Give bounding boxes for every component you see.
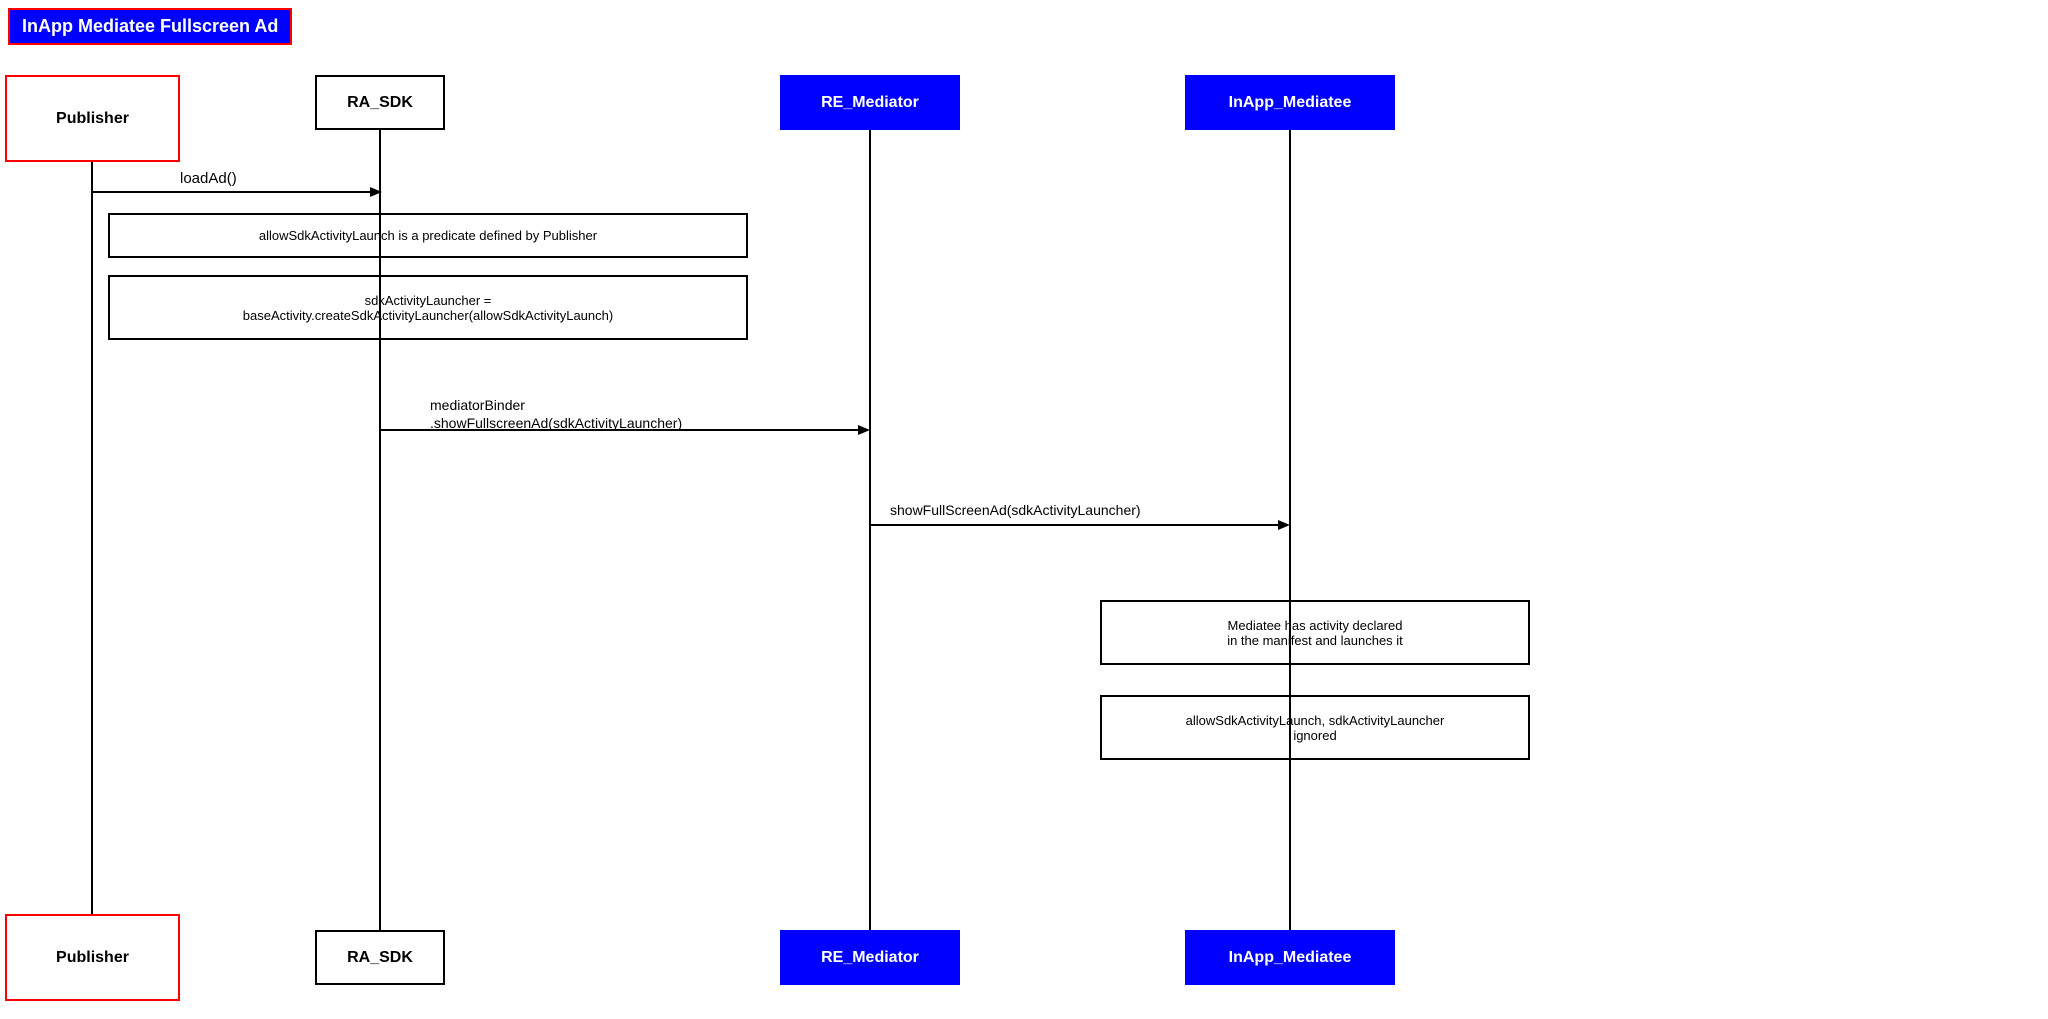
- svg-text:showFullScreenAd(sdkActivityLa: showFullScreenAd(sdkActivityLauncher): [890, 502, 1141, 518]
- ra-sdk-top: RA_SDK: [315, 75, 445, 130]
- ra-sdk-bottom: RA_SDK: [315, 930, 445, 985]
- publisher-bottom: Publisher: [5, 914, 180, 1001]
- diagram-title: InApp Mediatee Fullscreen Ad: [8, 8, 292, 45]
- note-ignored: allowSdkActivityLaunch, sdkActivityLaunc…: [1100, 695, 1530, 760]
- note-sdk-launcher: sdkActivityLauncher = baseActivity.creat…: [108, 275, 748, 340]
- re-mediator-top: RE_Mediator: [780, 75, 960, 130]
- inapp-mediatee-bottom: InApp_Mediatee: [1185, 930, 1395, 985]
- inapp-mediatee-top: InApp_Mediatee: [1185, 75, 1395, 130]
- svg-text:.showFullscreenAd(sdkActivityL: .showFullscreenAd(sdkActivityLauncher): [430, 415, 682, 431]
- svg-text:mediatorBinder: mediatorBinder: [430, 397, 525, 413]
- re-mediator-bottom: RE_Mediator: [780, 930, 960, 985]
- sequence-diagram-svg: loadAd() mediatorBinder .showFullscreenA…: [0, 0, 2048, 1019]
- diagram-container: InApp Mediatee Fullscreen Ad Publisher R…: [0, 0, 2048, 1019]
- svg-text:loadAd(): loadAd(): [180, 170, 237, 187]
- publisher-top: Publisher: [5, 75, 180, 162]
- note-predicate: allowSdkActivityLaunch is a predicate de…: [108, 213, 748, 258]
- note-mediatee-activity: Mediatee has activity declared in the ma…: [1100, 600, 1530, 665]
